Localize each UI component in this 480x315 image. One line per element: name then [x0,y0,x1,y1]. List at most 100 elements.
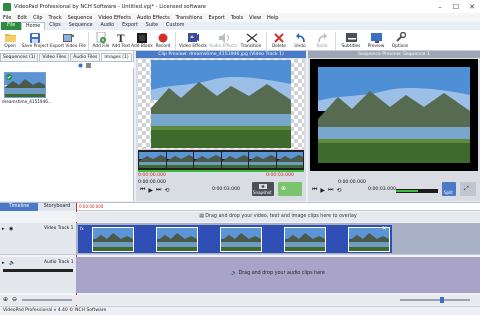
audio-volume-slider[interactable] [3,269,73,272]
sequence-time-end: 0:00:03.000 [368,187,396,192]
audio-effects-button[interactable]: Audio Effects [208,30,238,51]
volume-slider[interactable] [22,299,72,301]
minimize-button[interactable]: – [432,0,448,13]
subtitles-button[interactable]: Subtitles [338,30,364,51]
tab-clips[interactable]: Clips [45,22,65,30]
audio-track-label: Audio Track 1 [44,260,74,265]
clip-trim-bar[interactable] [138,170,304,172]
menu-video-effects[interactable]: Video Effects [95,15,134,21]
split-button[interactable]: Split [442,182,456,196]
zoom-toggle[interactable]: ⊕ [278,182,302,196]
bin-toolbar [0,61,134,68]
export-video-button[interactable]: Export Video File [50,30,86,51]
video-track[interactable]: fx ✕ [76,223,480,255]
tab-custom[interactable]: Custom [162,22,188,30]
filmstrip-frame [221,152,248,168]
view-icon[interactable] [78,63,83,68]
maximize-button[interactable]: ☐ [448,0,464,13]
skip-end-icon[interactable]: ⏭ [156,186,161,194]
menu-clip[interactable]: Clip [30,15,45,21]
settings-icon[interactable] [86,63,91,68]
video-effects-button[interactable]: Video Effects [178,30,208,51]
undo-button[interactable]: Undo [289,30,311,51]
delete-button[interactable]: Delete [269,30,289,51]
clip-time-start: 0:00:00.000 [138,173,166,178]
tab-audio-files[interactable]: Audio Files [70,53,101,61]
video-clip[interactable] [78,225,392,253]
transition-end-icon[interactable]: ✕ [382,225,387,232]
clip-filmstrip[interactable] [138,150,304,170]
status-text: VideoPad Professional v 4.40 © NCH Softw… [3,308,107,313]
filmstrip-frame [166,152,193,168]
menu-track[interactable]: Track [46,15,65,21]
skip-start-icon[interactable]: ⏮ [140,186,145,194]
menu-sequence[interactable]: Sequence [65,15,96,21]
audio-track[interactable]: 🔊 Drag and drop your audio clips here [76,257,480,293]
tab-home[interactable]: Home [21,22,46,30]
menu-audio-effects[interactable]: Audio Effects [134,15,173,21]
loop-icon[interactable]: ⟲ [164,187,169,194]
track-collapse-icon[interactable]: ▸ [2,226,5,232]
add-text-button[interactable]: T Add Text [111,30,131,51]
menu-help[interactable]: Help [264,15,281,21]
loop-icon[interactable]: ⟲ [336,187,341,194]
clip-thumbnail[interactable] [4,72,46,98]
timeline-ruler[interactable]: 0:00:00.000 [76,203,480,307]
text-icon: T [116,32,127,43]
sequence-preview-title: Sequence Preview: Sequence 1 [308,51,480,58]
tab-audio[interactable]: Audio [96,22,118,30]
tab-storyboard[interactable]: Storyboard [38,203,76,211]
overlay-drop-zone[interactable]: ▤ Drag and drop your video, text and ima… [76,212,480,222]
zoom-slider[interactable] [400,297,470,303]
play-icon[interactable]: ▶ [148,187,153,194]
video-track-header: ▸ ◉ Video Track 1 [0,223,76,255]
transition-button[interactable]: Transition [238,30,264,51]
tab-video-files[interactable]: Video Files [39,53,70,61]
add-blank-button[interactable]: Add Blank [131,30,153,51]
fullscreen-button[interactable]: ⤢ [460,182,476,196]
zoom-out-icon[interactable]: ⊖ [12,296,17,303]
save-project-button[interactable]: Save Project [20,30,50,51]
record-button[interactable]: Record [153,30,173,51]
skip-end-icon[interactable]: ⏭ [328,186,333,194]
preview-icon [370,32,382,43]
menu-export[interactable]: Export [205,15,227,21]
open-button[interactable]: Open [0,30,20,51]
subtitles-icon [345,32,357,43]
tab-images[interactable]: Images (1) [101,53,132,61]
menu-view[interactable]: View [246,15,264,21]
clip-fx-icon[interactable]: fx [80,226,84,231]
snapshot-button[interactable]: Snapshot [252,182,274,196]
close-button[interactable]: ✕ [464,0,480,13]
play-icon[interactable]: ▶ [320,187,325,194]
tab-timeline[interactable]: Timeline [0,203,38,211]
menu-transitions[interactable]: Transitions [173,15,206,21]
menu-tools[interactable]: Tools [228,15,246,21]
skip-start-icon[interactable]: ⏮ [312,186,317,194]
zoom-icon: ⊕ [281,185,287,192]
menu-file[interactable]: File [0,15,14,21]
zoom-slider-thumb[interactable] [440,297,444,303]
wrench-icon [395,32,406,43]
track-collapse-icon[interactable]: ▸ [2,260,5,266]
menu-edit[interactable]: Edit [14,15,30,21]
tab-export[interactable]: Export [118,22,142,30]
options-button[interactable]: Options [388,30,412,51]
toolbar-divider [266,32,267,50]
tab-sequences[interactable]: Sequences (1) [0,53,39,61]
tab-file[interactable]: File [1,22,22,30]
preview-button[interactable]: Preview [364,30,388,51]
redo-button[interactable]: Redo [311,30,333,51]
add-file-button[interactable]: Add File [91,30,111,51]
tab-sequence[interactable]: Sequence [65,22,97,30]
sequence-time-current: 0:00:00.000 [338,180,366,185]
zoom-in-icon[interactable]: ⊕ [3,296,8,303]
title-bar: VideoPad Professional by NCH Software - … [0,0,480,13]
folder-icon [4,32,16,43]
ribbon-tabs: File Home Clips Sequence Audio Export Su… [0,22,480,30]
speaker-icon[interactable]: 🔈 [9,260,15,266]
eye-icon[interactable]: ◉ [9,226,13,232]
timeline-panel: Timeline Storyboard 0:00:00.000 ▤ Drag a… [0,202,480,307]
tab-suite[interactable]: Suite [142,22,162,30]
audio-level-fill [396,190,418,192]
